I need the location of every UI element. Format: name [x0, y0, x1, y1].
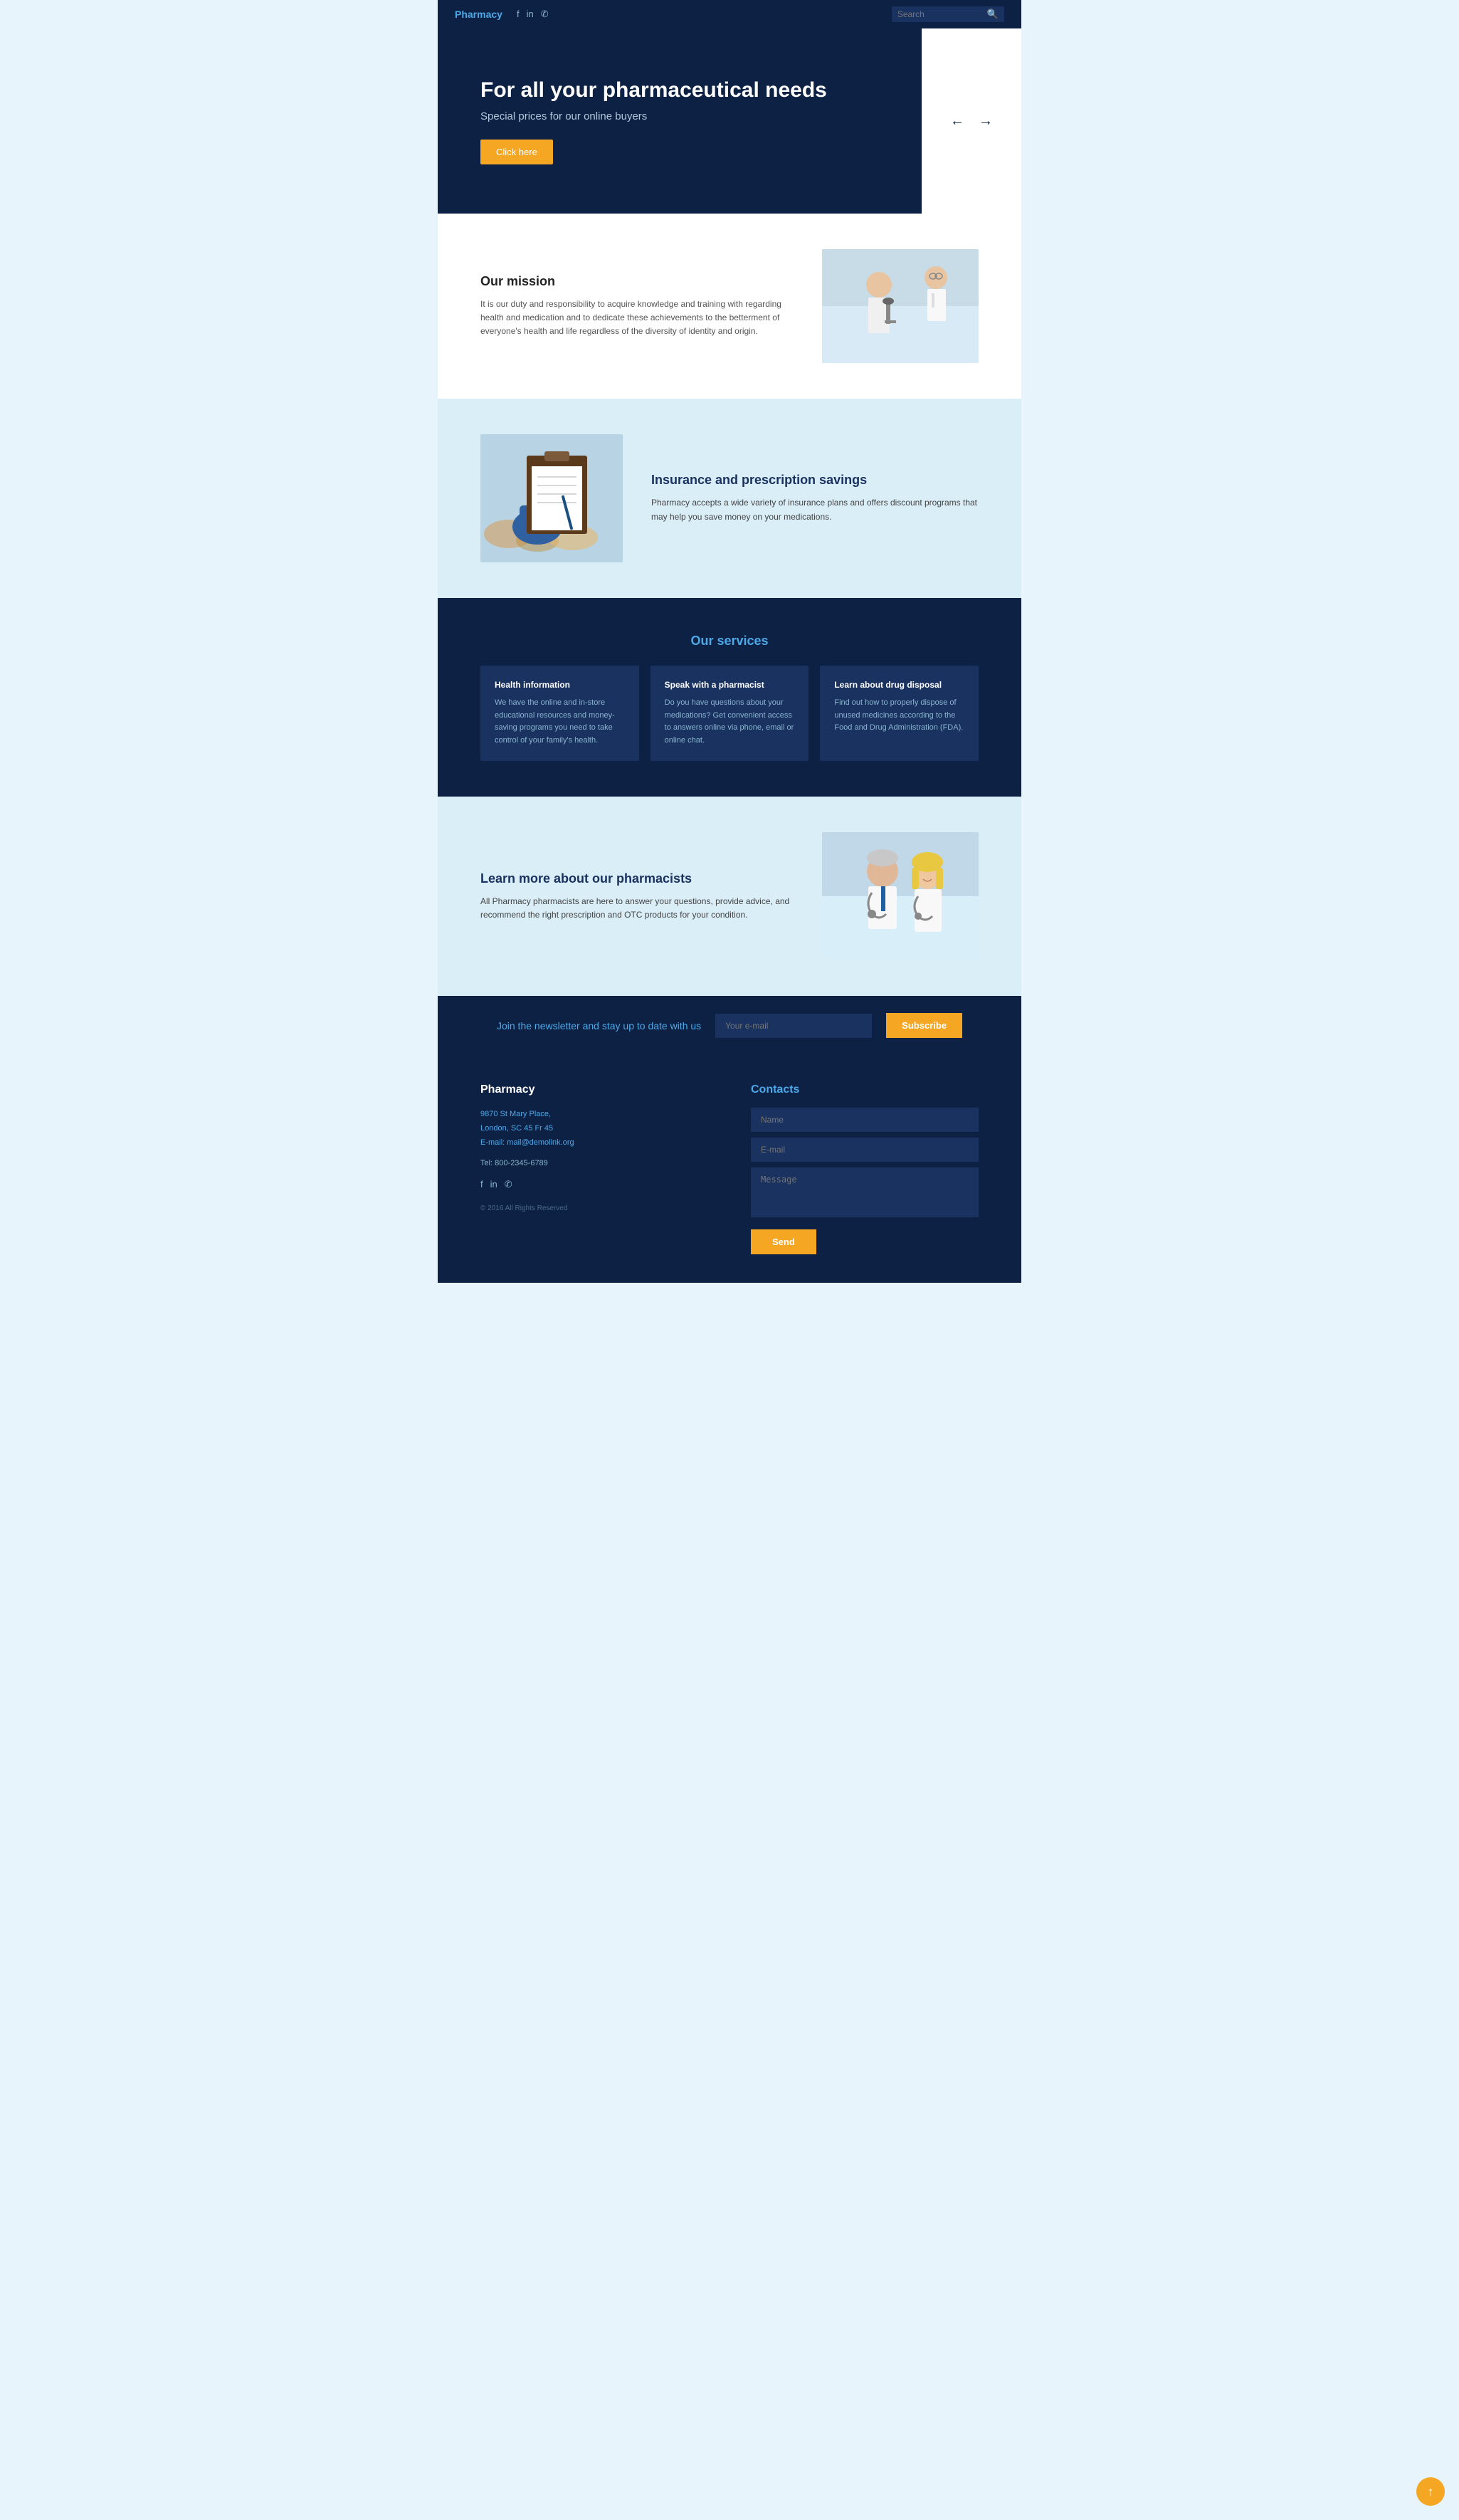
- doctors-image: [822, 832, 979, 960]
- newsletter-text: Join the newsletter and stay up to date …: [497, 1020, 701, 1031]
- services-grid: Health information We have the online an…: [480, 666, 979, 761]
- footer-right: Contacts Send: [751, 1083, 979, 1254]
- pharmacists-section: Learn more about our pharmacists All Pha…: [438, 797, 1021, 996]
- hero-title: For all your pharmaceutical needs: [480, 78, 896, 103]
- services-section: Our services Health information We have …: [438, 598, 1021, 797]
- service-disposal-title: Learn about drug disposal: [834, 680, 964, 690]
- footer-tel: Tel: 800-2345-6789: [480, 1159, 708, 1167]
- header-brand[interactable]: Pharmacy: [455, 9, 502, 20]
- services-title: Our services: [480, 634, 979, 649]
- hero-section: For all your pharmaceutical needs Specia…: [438, 28, 1021, 214]
- hero-content: For all your pharmaceutical needs Specia…: [438, 28, 922, 214]
- phone-icon[interactable]: ✆: [541, 9, 549, 20]
- insurance-title: Insurance and prescription savings: [651, 473, 979, 488]
- header-social: f in ✆: [517, 9, 549, 20]
- footer-left: Pharmacy 9870 St Mary Place, London, SC …: [480, 1083, 708, 1254]
- scientist-image: [822, 249, 979, 363]
- hero-cta-button[interactable]: Click here: [480, 140, 553, 164]
- pharmacists-description: All Pharmacy pharmacists are here to ans…: [480, 895, 794, 922]
- mission-description: It is our duty and responsibility to acq…: [480, 298, 794, 339]
- search-input[interactable]: [897, 9, 983, 19]
- footer-copyright: © 2016 All Rights Reserved: [480, 1204, 708, 1212]
- mission-text: Our mission It is our duty and responsib…: [480, 274, 794, 339]
- footer-address-line2: London, SC 45 Fr 45: [480, 1124, 553, 1133]
- footer-message-input[interactable]: [751, 1167, 979, 1217]
- service-pharmacist-desc: Do you have questions about your medicat…: [665, 697, 795, 747]
- search-icon[interactable]: 🔍: [987, 9, 999, 20]
- footer: Pharmacy 9870 St Mary Place, London, SC …: [438, 1055, 1021, 1283]
- newsletter-section: Join the newsletter and stay up to date …: [438, 996, 1021, 1055]
- service-health-desc: We have the online and in-store educatio…: [495, 697, 625, 747]
- footer-facebook-icon[interactable]: f: [480, 1179, 483, 1190]
- footer-social: f in ✆: [480, 1179, 708, 1190]
- footer-address: 9870 St Mary Place, London, SC 45 Fr 45 …: [480, 1108, 708, 1150]
- clipboard-image: [480, 434, 623, 562]
- pharmacists-title: Learn more about our pharmacists: [480, 871, 794, 886]
- service-card-pharmacist: Speak with a pharmacist Do you have ques…: [651, 666, 809, 761]
- prev-slide-button[interactable]: ←: [950, 113, 964, 130]
- insurance-image: [480, 434, 623, 562]
- footer-phone-icon[interactable]: ✆: [505, 1179, 512, 1190]
- mission-image: [822, 249, 979, 363]
- linkedin-icon[interactable]: in: [527, 9, 534, 20]
- hero-subtitle: Special prices for our online buyers: [480, 110, 896, 122]
- footer-email-link[interactable]: mail@demolink.org: [507, 1138, 574, 1147]
- next-slide-button[interactable]: →: [979, 113, 993, 130]
- footer-address-line1: 9870 St Mary Place,: [480, 1110, 551, 1118]
- insurance-section: Insurance and prescription savings Pharm…: [438, 399, 1021, 598]
- footer-email-label: E-mail:: [480, 1138, 505, 1147]
- footer-send-button[interactable]: Send: [751, 1229, 816, 1254]
- mission-title: Our mission: [480, 274, 794, 289]
- service-health-title: Health information: [495, 680, 625, 690]
- footer-linkedin-icon[interactable]: in: [490, 1179, 497, 1190]
- service-card-disposal: Learn about drug disposal Find out how t…: [820, 666, 979, 761]
- mission-section: Our mission It is our duty and responsib…: [438, 214, 1021, 399]
- service-pharmacist-title: Speak with a pharmacist: [665, 680, 795, 690]
- scroll-to-top-button[interactable]: ↑: [1416, 2477, 1445, 2506]
- service-card-health: Health information We have the online an…: [480, 666, 639, 761]
- facebook-icon[interactable]: f: [517, 9, 520, 20]
- footer-email-input[interactable]: [751, 1138, 979, 1162]
- insurance-text: Insurance and prescription savings Pharm…: [651, 473, 979, 523]
- newsletter-subscribe-button[interactable]: Subscribe: [886, 1013, 962, 1038]
- newsletter-email-input[interactable]: [715, 1014, 872, 1038]
- footer-brand: Pharmacy: [480, 1083, 708, 1096]
- footer-name-input[interactable]: [751, 1108, 979, 1132]
- header: Pharmacy f in ✆ 🔍: [438, 0, 1021, 28]
- pharmacists-text: Learn more about our pharmacists All Pha…: [480, 871, 794, 922]
- service-disposal-desc: Find out how to properly dispose of unus…: [834, 697, 964, 735]
- hero-navigation: ← →: [922, 28, 1021, 214]
- header-search-box: 🔍: [892, 6, 1004, 22]
- footer-contacts-title: Contacts: [751, 1083, 979, 1096]
- header-left: Pharmacy f in ✆: [455, 9, 549, 20]
- pharmacists-image: [822, 832, 979, 960]
- insurance-description: Pharmacy accepts a wide variety of insur…: [651, 496, 979, 523]
